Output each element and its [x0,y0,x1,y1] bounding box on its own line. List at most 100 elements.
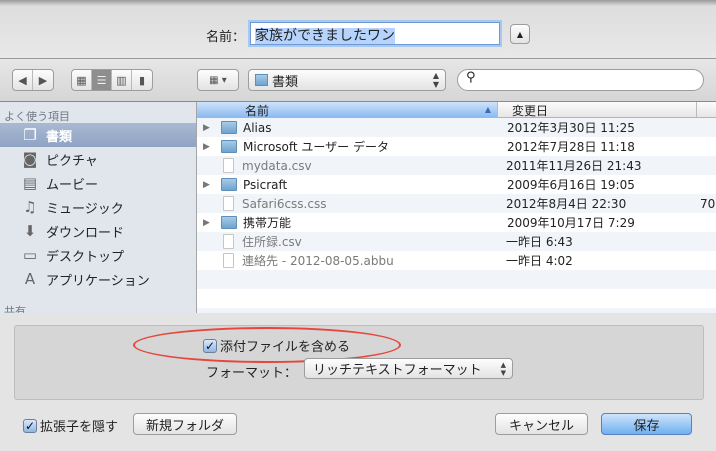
file-icon [223,158,234,173]
sidebar-item-movies[interactable]: ▤ ムービー [0,171,196,195]
cancel-button[interactable]: キャンセル [495,413,588,435]
file-icon [223,196,234,211]
folder-icon [221,216,237,229]
file-size: 70 [700,196,716,211]
documents-icon: ❐ [23,126,37,144]
include-attachments-checkbox[interactable]: ✓ 添付ファイルを含める [203,336,350,355]
hide-extension-checkbox[interactable]: ✓ 拡張子を隠す [23,416,118,435]
forward-icon[interactable]: ▶ [33,70,53,90]
music-note-icon: ♫ [23,198,37,216]
file-row[interactable]: ▶ Alias 2012年3月30日 11:25 [197,118,716,137]
file-list[interactable]: 名前 ▲ 変更日 ▶ Alias 2012年3月30日 11:25 ▶ Microsoft… [197,102,716,313]
sheet-shadow [0,0,716,6]
file-row[interactable]: 住所録.csv 一昨日 6:43 [197,232,716,251]
sort-ascending-icon: ▲ [484,105,491,114]
search-input[interactable]: ⚲ [457,69,704,91]
file-name: Safari6css.css [242,196,327,211]
checkmark-icon: ✓ [23,418,37,433]
file-name: Microsoft ユーザー データ [243,140,389,154]
file-date: 2011年11月26日 21:43 [506,159,642,173]
file-row[interactable]: ▶ Microsoft ユーザー データ 2012年7月28日 11:18 [197,137,716,156]
column-date-label: 変更日 [512,104,549,118]
disclosure-triangle-icon[interactable]: ▶ [203,180,217,190]
save-button[interactable]: 保存 [601,413,692,435]
disclosure-triangle-icon[interactable]: ▶ [203,123,217,133]
hide-extension-label: 拡張子を隠す [40,420,119,435]
file-date: 2012年8月4日 22:30 [506,197,627,211]
arrange-button[interactable]: ▦ ▾ [197,69,239,91]
folder-icon [221,178,237,191]
film-icon: ▤ [22,174,38,192]
back-forward-control[interactable]: ◀ ▶ [12,69,54,91]
download-icon: ⬇ [23,222,37,240]
filename-input[interactable]: 家族ができましたワン [250,22,500,45]
search-icon: ⚲ [466,70,476,85]
column-view-icon[interactable]: ▥ [112,70,132,90]
sidebar: よく使う項目 ❐ 書類 ◙ ピクチャ ▤ ムービー ♫ ミュージック ⬇ ダウンロード ▭… [0,102,197,313]
file-icon [223,234,234,249]
column-header-name[interactable]: 名前 ▲ [197,102,497,118]
coverflow-view-icon[interactable]: ▮ [132,70,152,90]
sidebar-item-label: ピクチャ [46,153,98,169]
empty-row [197,289,716,308]
column-header-date[interactable]: 変更日 [497,102,697,118]
file-date: 2009年6月16日 19:05 [507,178,635,192]
file-icon [223,253,234,268]
empty-row [197,270,716,289]
updown-icon: ▲ ▼ [432,71,439,89]
file-date: 一昨日 4:02 [506,254,573,268]
sidebar-item-label: 書類 [46,129,73,145]
sidebar-item-documents[interactable]: ❐ 書類 [0,123,196,147]
icon-view-icon[interactable]: ▦ [72,70,92,90]
new-folder-button[interactable]: 新規フォルダ [133,413,237,435]
folder-icon [221,121,237,134]
sidebar-item-pictures[interactable]: ◙ ピクチャ [0,147,196,171]
desktop-icon: ▭ [22,246,38,264]
folder-icon [221,140,237,153]
sidebar-item-music[interactable]: ♫ ミュージック [0,195,196,219]
file-row[interactable]: Safari6css.css 2012年8月4日 22:30 70 [197,194,716,213]
format-popup[interactable]: リッチテキストフォーマット ▲ ▼ [304,358,513,379]
sidebar-item-applications[interactable]: A アプリケーション [0,267,196,291]
column-header-size[interactable] [697,102,716,117]
sidebar-item-label: ムービー [46,177,99,193]
name-label: 名前： [206,30,246,45]
file-name: 携帯万能 [243,216,292,230]
disclosure-triangle-icon[interactable]: ▶ [203,218,217,228]
sidebar-item-label: デスクトップ [46,249,125,265]
disclosure-triangle-icon[interactable]: ▶ [203,142,217,152]
list-view-icon[interactable]: ☰ [92,70,112,90]
sidebar-item-label: アプリケーション [46,273,150,289]
sidebar-section-shared: 共有 [4,305,26,313]
sidebar-item-downloads[interactable]: ⬇ ダウンロード [0,219,196,243]
triangle-up-icon: ▲ [516,29,524,39]
file-date: 2012年7月28日 11:18 [507,140,635,154]
file-name: Psicraft [243,177,288,192]
view-mode-control[interactable]: ▦ ☰ ▥ ▮ [71,69,153,91]
file-row[interactable]: ▶ Psicraft 2009年6月16日 19:05 [197,175,716,194]
sidebar-section-favorites: よく使う項目 [4,110,70,123]
file-date: 2009年10月17日 7:29 [507,216,635,230]
arrange-icon: ▦ ▾ [209,74,227,86]
back-icon[interactable]: ◀ [13,70,33,90]
location-value: 書類 [272,74,299,90]
empty-row [197,308,716,313]
file-row[interactable]: 連絡先 - 2012-08-05.abbu 一昨日 4:02 [197,251,716,270]
file-row[interactable]: ▶ 携帯万能 2009年10月17日 7:29 [197,213,716,232]
file-row[interactable]: mydata.csv 2011年11月26日 21:43 [197,156,716,175]
filename-value: 家族ができましたワン [255,28,395,44]
sidebar-item-label: ダウンロード [46,225,125,241]
include-attachments-label: 添付ファイルを含める [220,340,351,355]
sidebar-item-desktop[interactable]: ▭ デスクトップ [0,243,196,267]
column-name-label: 名前 [245,104,270,118]
updown-icon: ▲ ▼ [500,360,506,377]
file-name: Alias [243,120,272,135]
location-popup[interactable]: 書類 ▲ ▼ [248,69,446,91]
file-date: 一昨日 6:43 [506,235,573,249]
sidebar-item-label: ミュージック [46,201,124,217]
file-date: 2012年3月30日 11:25 [507,121,635,135]
list-header: 名前 ▲ 変更日 [197,102,716,118]
collapse-button[interactable]: ▲ [510,24,530,44]
file-name: mydata.csv [242,158,312,173]
file-name: 連絡先 - 2012-08-05.abbu [242,254,394,268]
